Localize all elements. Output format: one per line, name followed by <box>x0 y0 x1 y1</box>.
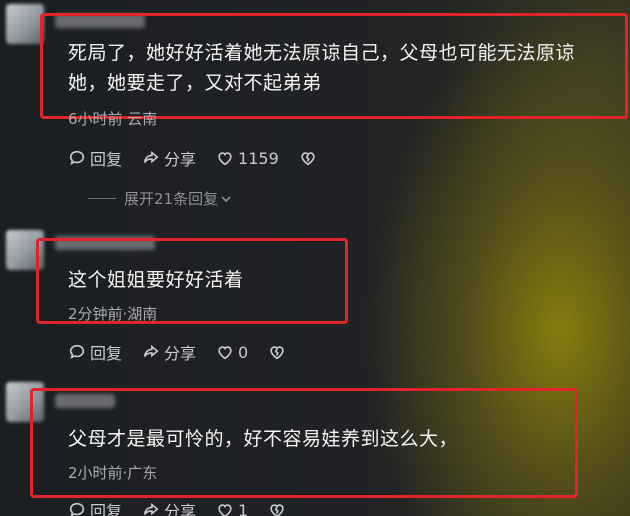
like-button[interactable]: 1159 <box>216 149 279 168</box>
reply-label: 回复 <box>90 502 123 516</box>
comment-bubble-icon <box>69 150 85 165</box>
reply-button[interactable]: 回复 <box>68 498 122 516</box>
chevron-down-icon <box>221 195 231 202</box>
heart-icon <box>218 152 232 166</box>
like-button[interactable]: 1 <box>216 501 248 516</box>
broken-heart-icon <box>301 152 315 166</box>
broken-heart-icon <box>270 346 284 360</box>
reply-label: 回复 <box>90 150 123 169</box>
expand-replies-button[interactable]: 展开21条回复 <box>88 188 232 209</box>
like-count: 1159 <box>238 148 279 168</box>
avatar[interactable] <box>6 4 44 44</box>
share-button[interactable]: 分享 <box>142 340 196 364</box>
comment-text: 这个姐姐要好好活着 <box>68 265 244 295</box>
comment-meta: 2分钟前·湖南 <box>68 305 158 323</box>
expand-replies-label: 展开21条回复 <box>124 190 219 208</box>
comment-meta: 6小时前 云南 <box>68 110 158 128</box>
dislike-button[interactable] <box>299 149 321 167</box>
comment-item: 死局了，她好好活着她无法原谅自己，父母也可能无法原谅 她，她要走了，又对不起弟弟… <box>0 0 630 210</box>
like-count: 1 <box>238 500 249 516</box>
comment-text-line: 她，她要走了，又对不起弟弟 <box>68 72 322 94</box>
share-arrow-icon <box>143 150 159 164</box>
comment-meta: 2小时前·广东 <box>68 464 158 482</box>
share-arrow-icon <box>143 502 159 516</box>
reply-button[interactable]: 回复 <box>68 146 122 170</box>
dislike-button[interactable] <box>268 501 290 516</box>
like-button[interactable]: 0 <box>216 343 248 362</box>
like-count: 0 <box>238 342 249 362</box>
comment-actions: 回复 分享 0 <box>68 340 310 364</box>
comment-text-line: 死局了，她好好活着她无法原谅自己，父母也可能无法原谅 <box>68 42 576 64</box>
share-arrow-icon <box>143 344 159 358</box>
share-button[interactable]: 分享 <box>142 498 196 516</box>
comment-item: 父母才是最可怜的，好不容易娃养到这么大， 2小时前·广东 回复 分享 1 <box>0 378 630 516</box>
comment-text: 死局了，她好好活着她无法原谅自己，父母也可能无法原谅 她，她要走了，又对不起弟弟 <box>68 38 575 98</box>
broken-heart-icon <box>270 504 284 516</box>
comment-actions: 回复 分享 1 <box>68 498 310 516</box>
share-label: 分享 <box>164 344 197 363</box>
heart-icon <box>218 504 232 516</box>
comment-item: 这个姐姐要好好活着 2分钟前·湖南 回复 分享 0 <box>0 228 630 378</box>
comment-bubble-icon <box>69 344 85 359</box>
share-label: 分享 <box>164 502 197 516</box>
comment-text: 父母才是最可怜的，好不容易娃养到这么大， <box>68 424 458 454</box>
reply-button[interactable]: 回复 <box>68 340 122 364</box>
share-label: 分享 <box>164 150 197 169</box>
comment-text-line: 这个姐姐要好好活着 <box>68 269 244 291</box>
heart-icon <box>218 346 232 360</box>
expand-divider <box>88 198 116 199</box>
comment-text-line: 父母才是最可怜的，好不容易娃养到这么大， <box>68 428 459 450</box>
reply-label: 回复 <box>90 344 123 363</box>
comment-actions: 回复 分享 1159 <box>68 146 341 170</box>
share-button[interactable]: 分享 <box>142 146 196 170</box>
dislike-button[interactable] <box>268 343 290 361</box>
comment-bubble-icon <box>69 502 85 516</box>
